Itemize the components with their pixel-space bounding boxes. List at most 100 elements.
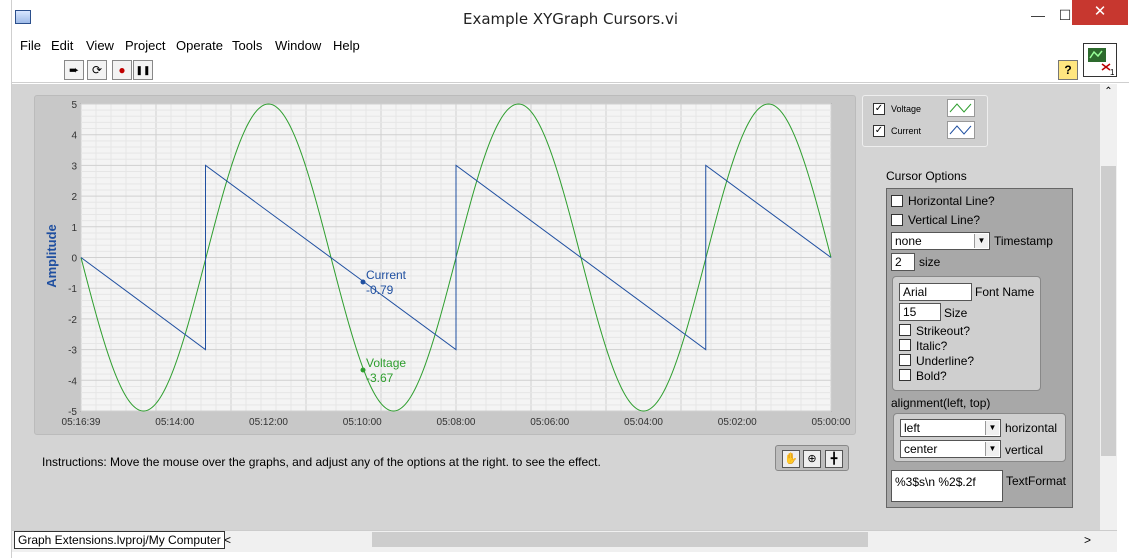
y-axis-label: Amplitude [44,224,59,288]
pause-icon[interactable]: ❚❚ [133,60,153,80]
vertical-scroll-thumb[interactable] [1101,166,1116,456]
x-tick-label: 05:10:00 [343,417,382,428]
current-cursor-point[interactable] [360,279,366,285]
current-cursor-value: -0.79 [366,283,394,297]
strikeout-label: Strikeout? [916,324,971,338]
vertical-line-checkbox[interactable] [891,214,903,226]
font-name-input[interactable]: Arial [899,283,972,301]
y-tick-label: -2 [68,315,77,326]
instructions-text: Instructions: Move the mouse over the gr… [42,455,601,469]
legend-voltage-label: Voltage [891,104,922,114]
timestamp-value: none [895,234,922,248]
cursor-move-icon[interactable]: ╋ [825,450,843,468]
menu-view[interactable]: View [86,38,114,53]
cursor-options-cluster: Horizontal Line? Vertical Line? none ▼ T… [886,188,1073,508]
menu-bar: File Edit View Project Operate Tools Win… [12,36,1080,56]
vertical-alignment-value: center [904,442,938,456]
background-window-edge [0,0,12,558]
size-input[interactable]: 2 [891,253,915,271]
title-bar: Example XYGraph Cursors.vi — ☐ ✕ [12,0,1129,36]
y-tick-label: -1 [68,284,77,295]
textformat-input[interactable]: %3$s\n %2$.2f [891,470,1003,502]
vi-icon: 1 [1083,43,1117,77]
context-help-button[interactable]: ? [1058,60,1078,80]
y-tick-label: 5 [71,100,77,111]
underline-checkbox[interactable] [899,354,911,366]
current-visible-checkbox[interactable]: ✓ [873,125,885,137]
vertical-alignment-dropdown[interactable]: center ▼ [900,440,1001,458]
chevron-down-icon[interactable]: ▼ [985,442,999,456]
current-cursor-name: Current [366,268,407,282]
cursor-options-label: Cursor Options [886,169,967,183]
alignment-cluster: left ▼ horizontal center ▼ vertical [893,413,1066,462]
svg-text:1: 1 [1110,68,1115,76]
strikeout-checkbox[interactable] [899,324,911,336]
y-tick-label: 3 [71,161,77,172]
textformat-label: TextFormat [1006,474,1067,488]
toolbar: ➨ ⟳ ● ❚❚ [12,57,1129,83]
project-context[interactable]: Graph Extensions.lvproj/My Computer [14,531,225,549]
timestamp-label: Timestamp [994,234,1053,248]
x-tick-label: 05:00:00 [812,417,851,428]
x-tick-label: 05:14:00 [155,417,194,428]
zoom-icon[interactable]: ⊕ [803,450,821,468]
voltage-cursor-point[interactable] [360,367,366,373]
run-arrow-icon[interactable]: ➨ [64,60,84,80]
pan-hand-icon[interactable]: ✋ [782,450,800,468]
menu-edit[interactable]: Edit [51,38,73,53]
timestamp-dropdown[interactable]: none ▼ [891,232,990,250]
horizontal-alignment-dropdown[interactable]: left ▼ [900,419,1001,437]
scroll-left-icon[interactable]: < [224,533,231,547]
y-tick-label: 2 [71,192,77,203]
x-tick-label: 05:16:39 [62,417,101,428]
font-name-label: Font Name [975,285,1035,299]
italic-checkbox[interactable] [899,339,911,351]
current-plot-swatch[interactable] [947,121,975,139]
alignment-label: alignment(left, top) [891,396,991,410]
horizontal-line-checkbox[interactable] [891,195,903,207]
xy-graph[interactable]: 5 4 3 2 1 0 -1 -2 -3 -4 -5 05:16:39 05:14:00 05:12:0… [34,95,856,435]
abort-icon[interactable]: ● [112,60,132,80]
window-title: Example XYGraph Cursors.vi [463,10,678,28]
voltage-visible-checkbox[interactable]: ✓ [873,103,885,115]
x-tick-label: 05:08:00 [437,417,476,428]
x-tick-label: 05:04:00 [624,417,663,428]
size-label: size [919,255,941,269]
menu-file[interactable]: File [20,38,41,53]
vertical-line-label: Vertical Line? [908,213,981,227]
plot-legend: ✓ Voltage ✓ Current [862,95,988,147]
x-tick-label: 05:06:00 [530,417,569,428]
menu-operate[interactable]: Operate [176,38,223,53]
horizontal-scroll-thumb[interactable] [372,532,868,547]
bold-checkbox[interactable] [899,369,911,381]
font-size-input[interactable]: 15 [899,303,941,321]
close-button[interactable]: ✕ [1072,0,1128,25]
chevron-down-icon[interactable]: ▼ [974,234,988,248]
vertical-alignment-label: vertical [1005,443,1044,457]
y-tick-label: 1 [71,223,77,234]
chevron-down-icon[interactable]: ▼ [985,421,999,435]
y-tick-label: 4 [71,131,77,142]
font-size-label: Size [944,306,968,320]
menu-tools[interactable]: Tools [232,38,262,53]
voltage-plot-swatch[interactable] [947,99,975,117]
x-axis-ticks: 05:16:39 05:14:00 05:12:00 05:10:00 05:08:00… [62,417,851,428]
scroll-right-icon[interactable]: > [1084,533,1091,547]
italic-label: Italic? [916,339,948,353]
scroll-up-icon[interactable]: ⌃ [1100,86,1117,97]
menu-help[interactable]: Help [333,38,360,53]
y-tick-label: -3 [68,346,77,357]
voltage-cursor-name: Voltage [366,356,406,370]
underline-label: Underline? [916,354,975,368]
horizontal-alignment-value: left [904,421,921,435]
x-tick-label: 05:12:00 [249,417,288,428]
menu-window[interactable]: Window [275,38,321,53]
y-tick-label: -4 [68,376,77,387]
menu-project[interactable]: Project [125,38,165,53]
labview-front-panel-window: Example XYGraph Cursors.vi — ☐ ✕ File Ed… [0,0,1129,558]
graph-palette: ✋ ⊕ ╋ [775,445,849,471]
bold-label: Bold? [916,369,947,383]
graph-svg[interactable]: 543210-1-2-3-4-5 05:16:39 05:14:00 05:12:0… [35,96,857,436]
horizontal-line-label: Horizontal Line? [908,194,995,208]
run-continuously-icon[interactable]: ⟳ [87,60,107,80]
